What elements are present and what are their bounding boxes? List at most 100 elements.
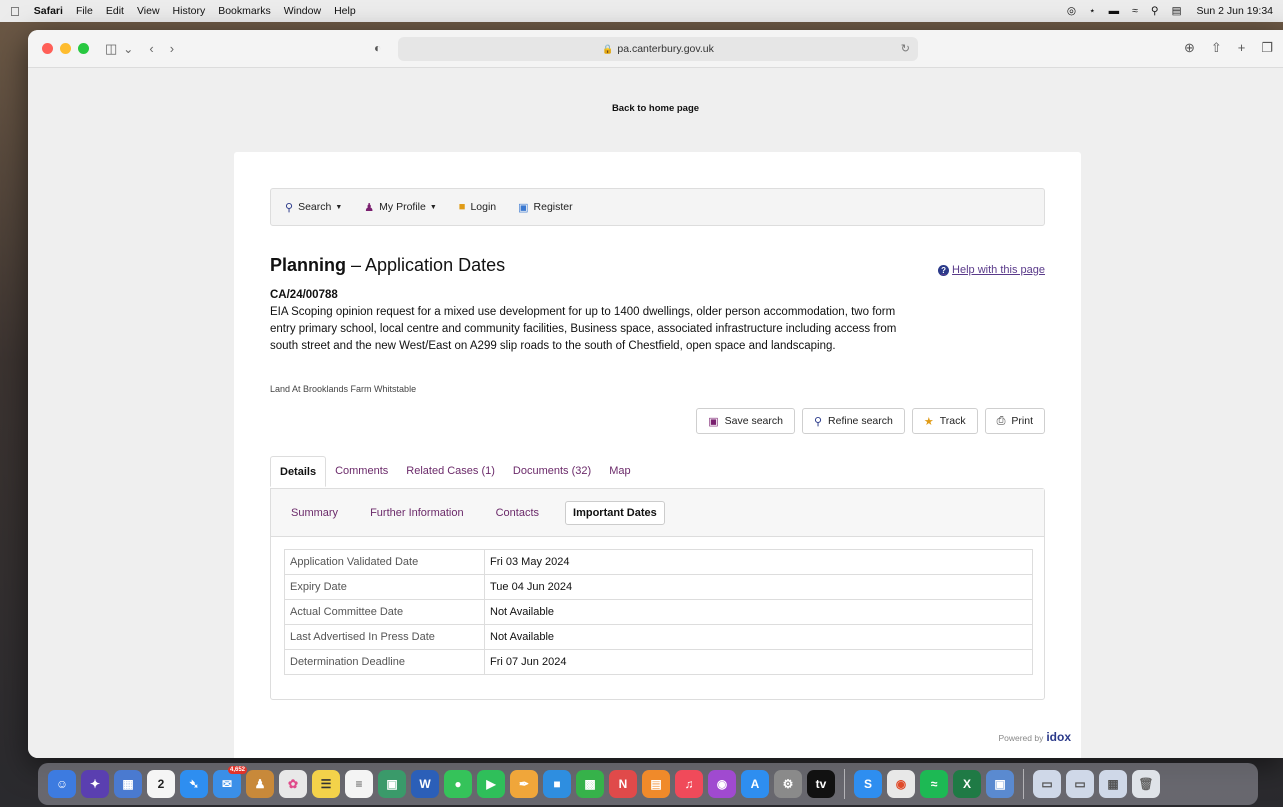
nav-my-profile[interactable]: ♟ My Profile ▼ [364, 201, 437, 214]
skype-icon[interactable]: S [854, 770, 882, 798]
minimize-window-button[interactable] [60, 43, 71, 54]
menu-bookmarks[interactable]: Bookmarks [218, 5, 271, 17]
subtab-summary[interactable]: Summary [285, 502, 344, 524]
refine-search-button[interactable]: ⚲ Refine search [801, 408, 905, 434]
subtab-contacts[interactable]: Contacts [490, 502, 545, 524]
page-title: Planning – Application Dates [270, 255, 505, 276]
calendar-icon[interactable]: 2 [147, 770, 175, 798]
news-icon[interactable]: N [609, 770, 637, 798]
window-thumbnail-icon[interactable]: ▭ [1066, 770, 1094, 798]
menu-app-name[interactable]: Safari [34, 5, 63, 17]
wifi-icon[interactable]: ≈ [1132, 5, 1138, 17]
chrome-icon[interactable]: ◉ [887, 770, 915, 798]
battery-icon[interactable]: ▬ [1109, 5, 1120, 17]
apple-tv-icon[interactable]: tv [807, 770, 835, 798]
safari-icon[interactable]: ➴ [180, 770, 208, 798]
podcasts-icon[interactable]: ◉ [708, 770, 736, 798]
tab-documents[interactable]: Documents (32) [504, 456, 600, 487]
menu-view[interactable]: View [137, 5, 160, 17]
app-store-icon[interactable]: A [741, 770, 769, 798]
trash-icon[interactable]: 🗑 [1132, 770, 1160, 798]
register-icon: ▣ [518, 201, 529, 214]
mail-badge: 4,652 [227, 766, 247, 774]
address-bar[interactable]: 🔒 pa.canterbury.gov.uk ↻ [398, 37, 918, 61]
save-search-button[interactable]: ▣ Save search [696, 408, 795, 434]
finder-alt-icon[interactable]: ▣ [378, 770, 406, 798]
sidebar-toggle-icon[interactable]: ◫ [105, 41, 117, 57]
dock-separator [1023, 769, 1024, 799]
web-content: Back to home page ⚲ Search ▼ ♟ My Profil… [28, 68, 1283, 758]
reload-icon[interactable]: ↻ [901, 42, 910, 55]
menu-window[interactable]: Window [284, 5, 321, 17]
track-button[interactable]: ★ Track [911, 408, 978, 434]
notes-icon[interactable]: ☰ [312, 770, 340, 798]
back-to-home-link[interactable]: Back to home page [28, 103, 1283, 114]
finder-icon[interactable]: ☺ [48, 770, 76, 798]
nav-search-label: Search [298, 201, 332, 213]
contacts-icon[interactable]: ♟ [246, 770, 274, 798]
mail-icon[interactable]: ✉ 4,652 [213, 766, 247, 798]
application-description: EIA Scoping opinion request for a mixed … [270, 306, 897, 352]
focus-icon[interactable]: ◎ [1067, 5, 1076, 17]
apple-menu-icon[interactable]:  [10, 4, 20, 19]
bluetooth-icon[interactable]: ⋆ [1089, 5, 1096, 17]
pages-icon[interactable]: ✒ [510, 770, 538, 798]
system-settings-icon[interactable]: ⚙ [774, 770, 802, 798]
help-link[interactable]: ? Help with this page [938, 264, 1045, 276]
menu-clock[interactable]: Sun 2 Jun 19:34 [1197, 5, 1273, 17]
nav-my-profile-label: My Profile [379, 201, 426, 213]
excel-icon[interactable]: X [953, 770, 981, 798]
menu-help[interactable]: Help [334, 5, 356, 17]
menu-edit[interactable]: Edit [106, 5, 124, 17]
messages-icon[interactable]: ● [444, 770, 472, 798]
downloads-icon[interactable]: ⊕ [1184, 40, 1195, 56]
books-icon[interactable]: ▤ [642, 770, 670, 798]
track-label: Track [939, 415, 966, 427]
action-buttons: ▣ Save search ⚲ Refine search ★ Track ⎙ … [696, 408, 1045, 434]
date-label: Actual Committee Date [284, 599, 485, 625]
spotify-icon[interactable]: ≈ [920, 770, 948, 798]
star-icon: ★ [923, 415, 934, 428]
menu-history[interactable]: History [173, 5, 206, 17]
tab-comments[interactable]: Comments [326, 456, 397, 487]
nav-login[interactable]: ■ Login [459, 201, 496, 213]
facetime-icon[interactable]: ▶ [477, 770, 505, 798]
tab-overview-icon[interactable]: ❐ [1261, 40, 1273, 56]
date-value: Fri 03 May 2024 [484, 549, 1033, 575]
save-search-label: Save search [724, 415, 783, 427]
preview-icon[interactable]: ▣ [986, 770, 1014, 798]
music-icon[interactable]: ♫ [675, 770, 703, 798]
subtab-important-dates[interactable]: Important Dates [565, 500, 665, 525]
nav-register[interactable]: ▣ Register [518, 201, 573, 214]
subtab-further-information[interactable]: Further Information [364, 502, 470, 524]
numbers-icon[interactable]: ▩ [576, 770, 604, 798]
keynote-icon[interactable]: ■ [543, 770, 571, 798]
window-thumbnail-icon[interactable]: ▭ [1033, 770, 1061, 798]
back-icon[interactable]: ‹ [149, 41, 153, 56]
menu-file[interactable]: File [76, 5, 93, 17]
privacy-shield-icon[interactable]: ◐ [374, 41, 381, 55]
window-thumbnail-icon[interactable]: ▦ [1099, 770, 1127, 798]
date-label: Last Advertised In Press Date [284, 624, 485, 650]
zoom-window-button[interactable] [78, 43, 89, 54]
important-dates-table: Application Validated Date Fri 03 May 20… [284, 549, 1033, 675]
share-icon[interactable]: ⇧ [1211, 40, 1222, 56]
word-icon[interactable]: W [411, 770, 439, 798]
spotlight-icon[interactable]: ⚲ [1151, 5, 1159, 17]
close-window-button[interactable] [42, 43, 53, 54]
app-grid-icon[interactable]: ▦ [114, 770, 142, 798]
reminders-icon[interactable]: ≡ [345, 770, 373, 798]
date-value: Fri 07 Jun 2024 [484, 649, 1033, 675]
chevron-down-icon[interactable]: ⌄ [123, 42, 133, 56]
tab-details[interactable]: Details [270, 456, 327, 487]
tab-related-cases[interactable]: Related Cases (1) [397, 456, 504, 487]
print-button[interactable]: ⎙ Print [984, 408, 1045, 434]
forward-icon[interactable]: › [170, 41, 174, 56]
tab-map[interactable]: Map [600, 456, 639, 487]
photos-icon[interactable]: ✿ [279, 770, 307, 798]
idox-logo: idox [1046, 730, 1071, 744]
control-center-icon[interactable]: ▤ [1172, 5, 1182, 17]
new-tab-icon[interactable]: + [1238, 40, 1246, 56]
launchpad-icon[interactable]: ✦ [81, 770, 109, 798]
nav-search[interactable]: ⚲ Search ▼ [285, 201, 342, 214]
